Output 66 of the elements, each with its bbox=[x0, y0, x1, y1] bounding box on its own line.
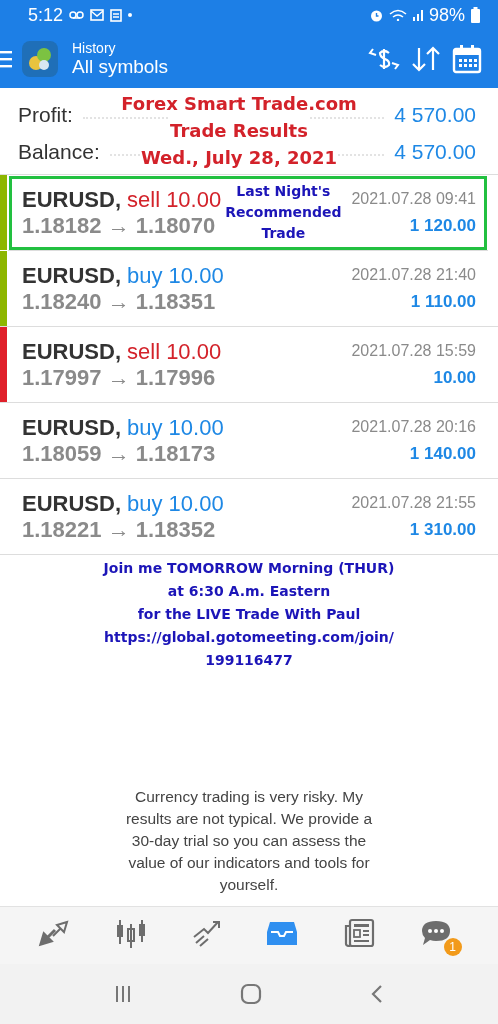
promo-text: Join me TOMORROW Morning (THUR) bbox=[103, 559, 395, 578]
trade-symbol: EURUSD, bbox=[22, 186, 121, 213]
summary-value: 4 570.00 bbox=[394, 102, 476, 127]
app-logo-icon bbox=[22, 41, 58, 77]
home-icon[interactable] bbox=[240, 983, 262, 1005]
summary-label: Profit: bbox=[18, 102, 73, 127]
trade-row[interactable]: EURUSD, buy 10.00 1.18221 → 1.18352 2021.07.28 21:55 1 310.00 bbox=[0, 479, 498, 555]
arrows-icon bbox=[38, 918, 71, 947]
status-time: 5:12 bbox=[28, 4, 64, 26]
notification-badge: 1 bbox=[443, 937, 462, 956]
trade-time: 2021.07.28 21:55 bbox=[351, 493, 476, 512]
signal-icon bbox=[412, 9, 423, 21]
trade-prices: 1.18059 → 1.18173 bbox=[22, 440, 217, 467]
note-text: Recommended bbox=[225, 203, 342, 222]
trade-symbol: EURUSD, bbox=[22, 490, 121, 517]
trade-volume: sell 10.00 bbox=[127, 338, 222, 365]
alarm-icon bbox=[369, 8, 383, 22]
trend-lines-icon bbox=[191, 918, 222, 947]
sort-icon[interactable] bbox=[410, 45, 442, 73]
trade-time: 2021.07.28 09:41 bbox=[351, 189, 476, 208]
trade-time: 2021.07.28 21:40 bbox=[351, 265, 476, 284]
promo-text: https://global.gotomeeting.com/join/ bbox=[104, 628, 394, 647]
promo-text: at 6:30 A.m. Eastern bbox=[167, 582, 331, 601]
trade-row[interactable]: EURUSD, buy 10.00 1.18059 → 1.18173 2021.07.28 20:16 1 140.00 bbox=[0, 403, 498, 479]
dot-icon bbox=[128, 13, 133, 17]
note-text: Trade bbox=[261, 224, 306, 243]
mail-icon bbox=[90, 9, 105, 21]
trade-volume: sell 10.00 bbox=[127, 186, 222, 213]
calendar-icon[interactable] bbox=[452, 44, 482, 74]
promo-text: 199116477 bbox=[205, 651, 293, 670]
screen-title[interactable]: All symbols bbox=[72, 56, 169, 78]
trade-row[interactable]: EURUSD, buy 10.00 1.18240 → 1.18351 2021.07.28 21:40 1 110.00 bbox=[0, 251, 498, 327]
screen-subtitle: History bbox=[72, 40, 117, 56]
trade-symbol: EURUSD, bbox=[22, 414, 121, 441]
document-icon bbox=[110, 8, 123, 22]
trade-profit: 1 140.00 bbox=[409, 443, 476, 464]
menu-icon[interactable] bbox=[0, 50, 12, 68]
trade-profit: 1 310.00 bbox=[409, 519, 476, 540]
recent-apps-icon[interactable] bbox=[114, 985, 132, 1003]
trade-prices: 1.18221 → 1.18352 bbox=[22, 516, 217, 543]
summary-label: Balance: bbox=[18, 139, 100, 164]
trade-prices: 1.17997 → 1.17996 bbox=[22, 364, 217, 391]
promo-text: for the LIVE Trade With Paul bbox=[137, 605, 361, 624]
back-icon[interactable] bbox=[370, 984, 384, 1004]
trade-volume: buy 10.00 bbox=[127, 262, 224, 289]
trade-profit: 1 110.00 bbox=[410, 291, 476, 312]
trade-symbol: EURUSD, bbox=[22, 338, 121, 365]
battery-icon bbox=[471, 7, 480, 23]
trade-prices: 1.18240 → 1.18351 bbox=[22, 288, 217, 315]
note-text: Last Night's bbox=[236, 182, 331, 201]
voicemail-icon bbox=[69, 11, 85, 19]
newspaper-icon bbox=[342, 917, 375, 948]
disclaimer-text: Currency trading is very risky. My results are not typical. We provide a 30-day trial so you can assess the value of our indicators and tools for yourself. bbox=[124, 787, 374, 895]
trade-profit: 1 120.00 bbox=[409, 215, 476, 236]
trade-row[interactable]: EURUSD, sell 10.00 1.17997 → 1.17996 2021.07.28 15:59 10.00 bbox=[0, 327, 498, 403]
candlestick-icon bbox=[115, 917, 147, 948]
trade-profit: 10.00 bbox=[433, 367, 476, 388]
battery-level: 98% bbox=[428, 4, 465, 26]
wifi-icon bbox=[388, 9, 407, 21]
trade-symbol: EURUSD, bbox=[22, 262, 121, 289]
trade-volume: buy 10.00 bbox=[127, 490, 224, 517]
trade-prices: 1.18182 → 1.18070 bbox=[22, 212, 217, 239]
summary-value: 4 570.00 bbox=[394, 139, 476, 164]
trade-time: 2021.07.28 20:16 bbox=[351, 417, 476, 436]
trade-volume: buy 10.00 bbox=[127, 414, 224, 441]
trade-time: 2021.07.28 15:59 bbox=[351, 341, 476, 360]
